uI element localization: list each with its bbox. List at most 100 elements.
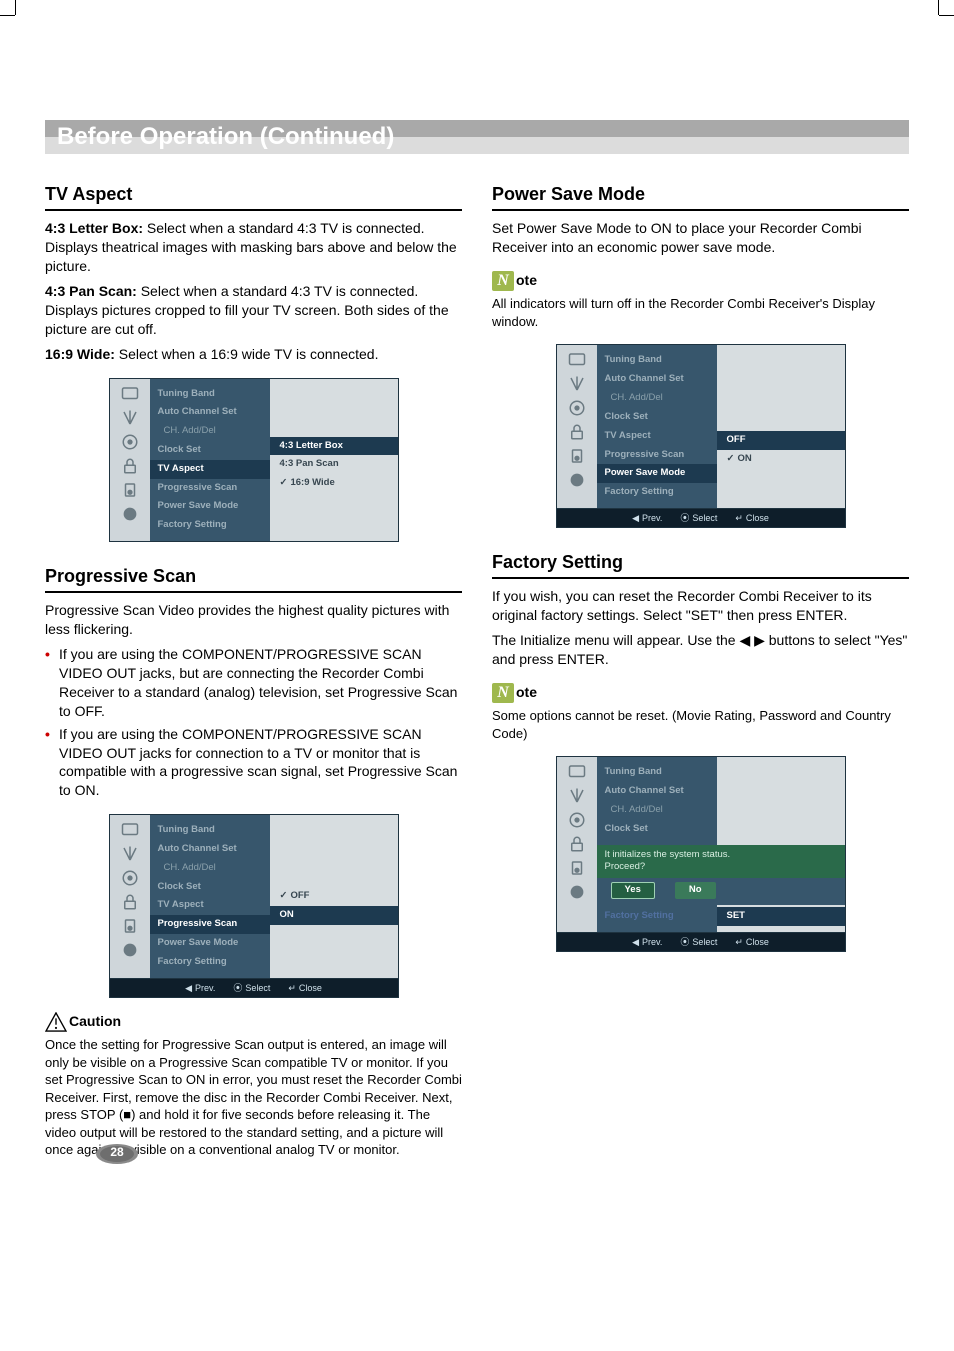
osd-values: OFF ON: [270, 815, 398, 978]
osd-values: OFF ON: [717, 345, 845, 508]
osd-menu-list: Tuning Band Auto Channel Set CH. Add/Del…: [597, 345, 717, 508]
disc-icon: [563, 397, 591, 419]
lock-icon: [563, 421, 591, 443]
list-item: Tuning Band: [150, 385, 270, 404]
note-text: All indicators will turn off in the Reco…: [492, 295, 909, 330]
list-item: Tuning Band: [597, 763, 717, 782]
disc-icon: [116, 431, 144, 453]
osd-icon-rail: [557, 757, 597, 932]
speaker-icon: [116, 479, 144, 501]
text-169-wide: Select when a 16:9 wide TV is connected.: [115, 346, 379, 362]
list-item: Factory Setting: [597, 483, 717, 502]
list-item: Power Save Mode: [150, 497, 270, 516]
label-169-wide: 16:9 Wide:: [45, 346, 115, 362]
label-43-letterbox: 4:3 Letter Box:: [45, 220, 143, 236]
tv-icon: [563, 349, 591, 371]
disc-icon: [116, 867, 144, 889]
list-item: Clock Set: [597, 408, 717, 427]
osd-footer: Prev. Select Close: [557, 508, 845, 527]
osd-confirm-dialog: It initializes the system status. Procee…: [597, 845, 845, 905]
lock-icon: [116, 455, 144, 477]
antenna-icon: [563, 373, 591, 395]
tv-aspect-heading: TV Aspect: [45, 182, 462, 211]
page-title-bar: Before Operation (Continued): [45, 120, 909, 154]
prev-hint: Prev.: [632, 512, 662, 524]
factory-p1: If you wish, you can reset the Recorder …: [492, 587, 909, 625]
label-43-panscan: 4:3 Pan Scan:: [45, 283, 137, 299]
osd-factory: Tuning Band Auto Channel Set CH. Add/Del…: [556, 756, 846, 952]
yes-button: Yes: [611, 882, 655, 899]
note-heading: Note: [492, 271, 909, 291]
list-item-selected: Progressive Scan: [150, 915, 270, 934]
value-selected: 4:3 Letter Box: [270, 437, 398, 456]
lock-icon: [116, 891, 144, 913]
tv-aspect-p3: 16:9 Wide: Select when a 16:9 wide TV is…: [45, 345, 462, 364]
rec-icon: [116, 939, 144, 961]
value: OFF: [270, 887, 398, 906]
value-selected: ON: [270, 906, 398, 925]
note-text: Some options cannot be reset. (Movie Rat…: [492, 707, 909, 742]
psm-heading: Power Save Mode: [492, 182, 909, 211]
note-heading: Note: [492, 683, 909, 703]
spacer: [717, 351, 845, 431]
check-icon: [280, 890, 291, 901]
list-item: Power Save Mode: [150, 934, 270, 953]
prev-hint: Prev.: [632, 936, 662, 948]
osd-progressive: Tuning Band Auto Channel Set CH. Add/Del…: [109, 814, 399, 998]
close-hint: Close: [735, 936, 769, 948]
left-column: TV Aspect 4:3 Letter Box: Select when a …: [45, 176, 462, 1165]
antenna-icon: [116, 407, 144, 429]
note-label: ote: [516, 272, 537, 288]
page-number: 28: [95, 1145, 139, 1159]
value: ON: [717, 450, 845, 469]
list-item: Progressive Scan: [597, 446, 717, 465]
value: 16:9 Wide: [270, 474, 398, 493]
list-item: Auto Channel Set: [150, 403, 270, 422]
list-item: Factory Setting: [597, 907, 717, 926]
osd-menu-list: Tuning Band Auto Channel Set CH. Add/Del…: [597, 757, 717, 844]
list-item: CH. Add/Del: [597, 801, 717, 820]
value: 4:3 Pan Scan: [270, 455, 398, 474]
bullet-item: If you are using the COMPONENT/PROGRESSI…: [59, 725, 462, 801]
page-number-badge: 28: [95, 1143, 139, 1165]
osd-footer: Prev. Select Close: [110, 978, 398, 997]
no-button: No: [675, 882, 716, 899]
list-item: CH. Add/Del: [597, 389, 717, 408]
tv-icon: [563, 761, 591, 783]
select-hint: Select: [680, 512, 717, 524]
spacer: [270, 821, 398, 887]
value-selected: SET: [717, 907, 845, 926]
close-hint: Close: [288, 982, 322, 994]
tv-aspect-p1: 4:3 Letter Box: Select when a standard 4…: [45, 219, 462, 276]
list-item: Clock Set: [150, 441, 270, 460]
progressive-bullets: If you are using the COMPONENT/PROGRESSI…: [45, 645, 462, 800]
note-icon: N: [492, 683, 514, 703]
list-item: Factory Setting: [150, 953, 270, 972]
factory-heading: Factory Setting: [492, 550, 909, 579]
caution-heading: Caution: [45, 1012, 462, 1032]
rec-icon: [116, 503, 144, 525]
list-item: Progressive Scan: [150, 479, 270, 498]
osd-icon-rail: [110, 815, 150, 978]
list-item: Tuning Band: [150, 821, 270, 840]
check-icon: [727, 453, 738, 464]
spacer: [270, 385, 398, 437]
antenna-icon: [563, 785, 591, 807]
tv-icon: [116, 383, 144, 405]
osd-values: [717, 757, 845, 844]
psm-text: Set Power Save Mode to ON to place your …: [492, 219, 909, 257]
prev-hint: Prev.: [185, 982, 215, 994]
check-icon: [280, 477, 291, 488]
osd-power-save: Tuning Band Auto Channel Set CH. Add/Del…: [556, 344, 846, 528]
antenna-icon: [116, 843, 144, 865]
list-item: CH. Add/Del: [150, 859, 270, 878]
list-item: CH. Add/Del: [150, 422, 270, 441]
osd-values: 4:3 Letter Box 4:3 Pan Scan 16:9 Wide: [270, 379, 398, 542]
tv-icon: [116, 819, 144, 841]
osd-menu-list: Tuning Band Auto Channel Set CH. Add/Del…: [150, 815, 270, 978]
progressive-intro: Progressive Scan Video provides the high…: [45, 601, 462, 639]
osd-menu-list: Tuning Band Auto Channel Set CH. Add/Del…: [150, 379, 270, 542]
osd-icon-rail: [557, 345, 597, 508]
list-item: Clock Set: [597, 820, 717, 839]
warning-icon: [45, 1012, 67, 1032]
